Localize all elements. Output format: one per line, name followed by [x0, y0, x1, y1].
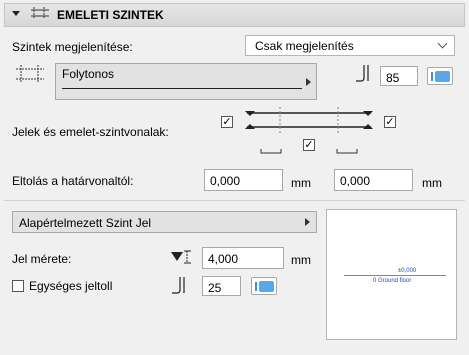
- preview-level-line: [344, 275, 446, 276]
- pen-number-input[interactable]: 85: [380, 66, 418, 86]
- offset-value-2: 0,000: [340, 174, 371, 188]
- marker-size-value: 4,000: [208, 252, 239, 266]
- offset-input-1[interactable]: 0,000: [204, 169, 283, 191]
- pen-icon: [172, 277, 185, 294]
- collapse-arrow-icon[interactable]: [12, 11, 20, 16]
- pen-color-toggle[interactable]: [427, 67, 453, 85]
- offset-label: Eltolás a határvonaltól:: [12, 174, 134, 188]
- display-mode-value: Csak megjelenítés: [255, 39, 354, 53]
- uniform-pen-checkbox[interactable]: [12, 280, 24, 292]
- display-mode-dropdown[interactable]: Csak megjelenítés: [245, 35, 455, 56]
- marker-size-label: Jel mérete:: [12, 252, 72, 266]
- marker-right-checkbox[interactable]: ✓: [384, 116, 396, 128]
- preview-elevation: ±0,000: [398, 268, 417, 274]
- markers-label: Jelek és emelet-szintvonalak:: [12, 125, 169, 139]
- uniform-pen-value: 25: [208, 281, 222, 295]
- offset-unit-1: mm: [291, 176, 311, 190]
- offset-value-1: 0,000: [210, 174, 241, 188]
- uniform-pen-input[interactable]: 25: [202, 276, 241, 296]
- line-preview: [62, 88, 302, 89]
- line-type-icon: [16, 65, 44, 83]
- marker-size-input[interactable]: 4,000: [202, 247, 284, 269]
- chevron-down-icon: [437, 38, 448, 49]
- pen-icon: [356, 65, 369, 82]
- marker-preview: ±0,000 0 Ground floor: [326, 209, 457, 340]
- marker-size-unit: mm: [291, 253, 311, 267]
- level-line-checkbox[interactable]: ✓: [303, 139, 315, 151]
- default-marker-label: Alapértelmezett Szint Jel: [19, 216, 152, 230]
- marker-size-icon: [171, 250, 191, 264]
- line-type-name: Folytonos: [62, 67, 115, 81]
- story-level-icon: [31, 7, 49, 19]
- offset-unit-2: mm: [422, 176, 442, 190]
- chevron-right-icon: [306, 78, 311, 86]
- section-title: EMELETI SZINTEK: [57, 8, 164, 22]
- pen-number-value: 85: [386, 71, 400, 85]
- line-type-picker[interactable]: Folytonos: [55, 63, 317, 100]
- display-label: Szintek megjelenítése:: [12, 40, 133, 54]
- marker-left-checkbox[interactable]: ✓: [221, 116, 233, 128]
- preview-level-name: 0 Ground floor: [373, 278, 412, 284]
- uniform-pen-label: Egységes jeltoll: [29, 279, 113, 293]
- chevron-right-icon: [305, 218, 310, 226]
- default-marker-picker[interactable]: Alapértelmezett Szint Jel: [12, 211, 317, 233]
- offset-input-2[interactable]: 0,000: [334, 169, 413, 191]
- divider: [4, 200, 465, 201]
- uniform-pen-color-toggle[interactable]: [251, 277, 277, 295]
